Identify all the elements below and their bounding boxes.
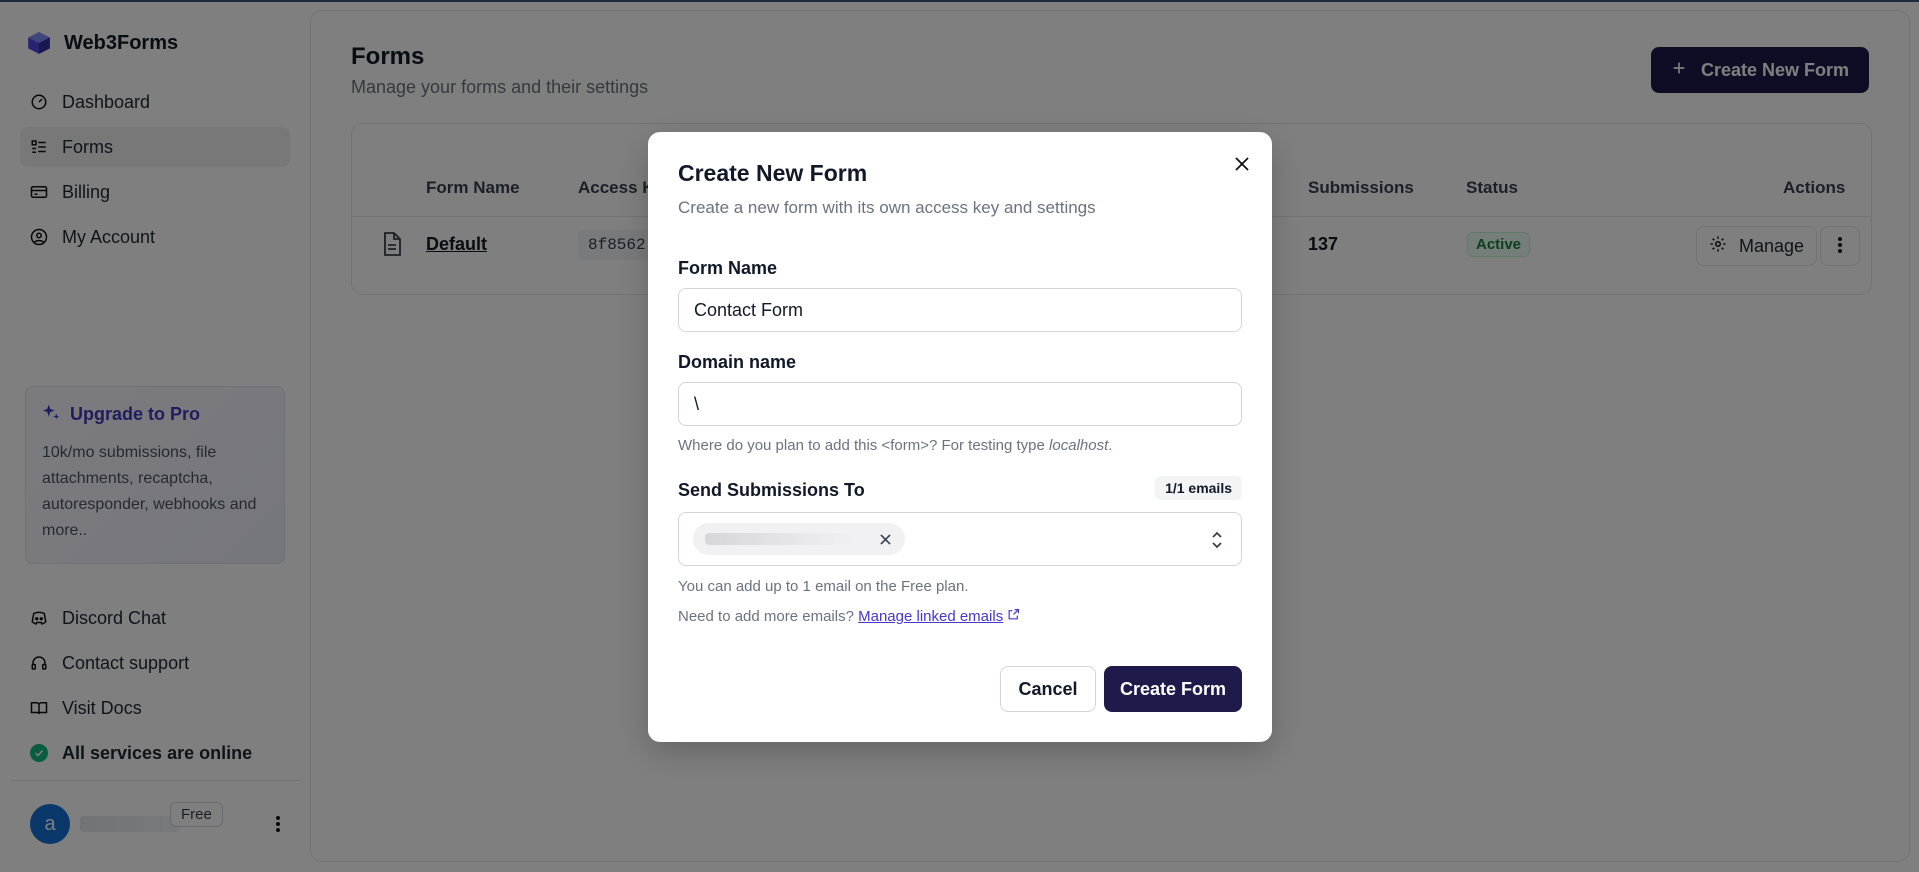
email-chip-redacted [705,533,855,545]
email-limit-hint: You can add up to 1 email on the Free pl… [678,578,969,595]
domain-name-input[interactable] [678,382,1242,426]
domain-hint-end: . [1108,437,1113,454]
create-form-button[interactable]: Create Form [1104,666,1242,712]
remove-email-icon[interactable] [877,531,893,547]
domain-hint-example: localhost [1049,437,1109,454]
cancel-button[interactable]: Cancel [1000,666,1096,712]
email-chip [693,523,905,555]
domain-name-label: Domain name [678,352,797,372]
close-icon[interactable] [1230,152,1254,176]
email-select[interactable] [678,512,1242,566]
domain-hint: Where do you plan to add this <form>? Fo… [678,437,1112,454]
send-submissions-label: Send Submissions To [678,480,865,500]
dialog-description: Create a new form with its own access ke… [678,198,1096,217]
chevron-up-down-icon[interactable] [1207,529,1227,551]
dialog-title: Create New Form [678,160,868,186]
external-link-icon[interactable] [1007,608,1020,625]
form-name-input[interactable] [678,288,1242,332]
form-name-label: Form Name [678,258,778,278]
email-count-badge: 1/1 emails [1155,476,1242,500]
more-emails-hint: Need to add more emails? Manage linked e… [678,608,1020,625]
create-form-dialog: Create New Form Create a new form with i… [648,132,1272,742]
top-accent-bar [0,0,1919,2]
manage-linked-emails-link[interactable]: Manage linked emails [858,608,1003,625]
more-emails-text: Need to add more emails? [678,608,854,625]
domain-hint-text: Where do you plan to add this <form>? Fo… [678,437,1050,454]
